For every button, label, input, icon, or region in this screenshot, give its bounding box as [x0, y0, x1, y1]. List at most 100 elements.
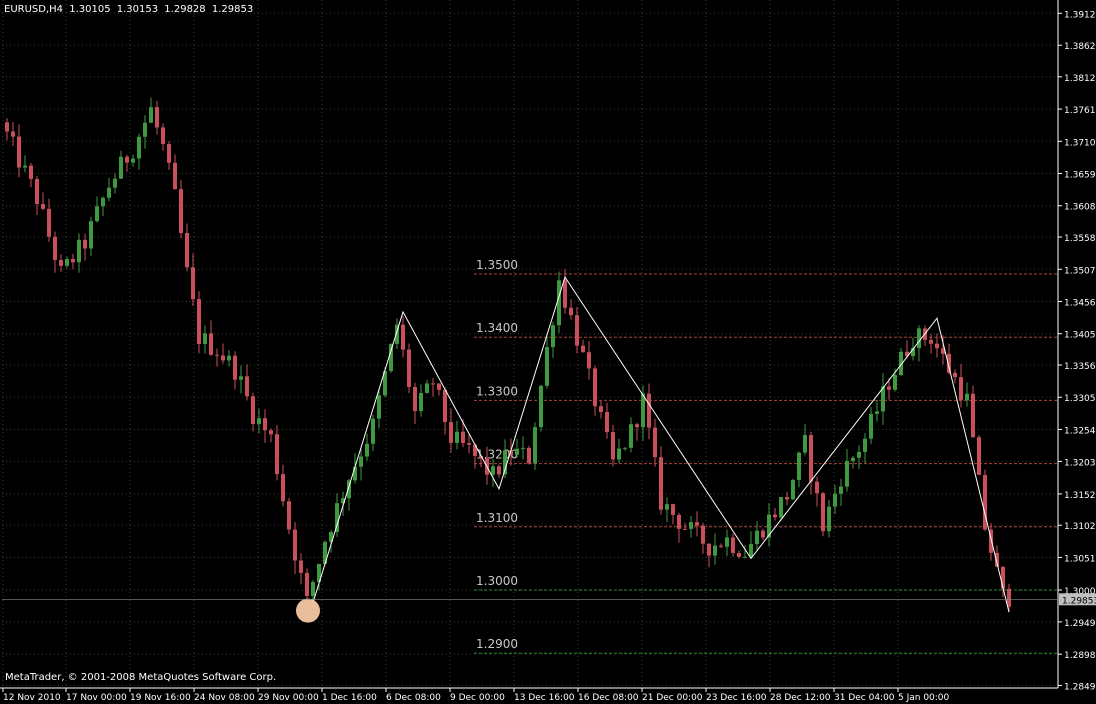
candle-body: [401, 324, 405, 350]
candle-body: [377, 395, 381, 419]
candle-body: [1001, 566, 1005, 589]
candle: [899, 347, 903, 376]
candle-body: [875, 411, 879, 414]
x-tick-label: 9 Dec 00:00: [450, 693, 505, 703]
y-tick-label: 1.33560: [1064, 362, 1096, 372]
candle-body: [695, 522, 699, 526]
candle-body: [1007, 588, 1011, 607]
candle: [821, 491, 825, 537]
candle-body: [23, 165, 27, 168]
candle-body: [29, 165, 33, 180]
candle: [539, 384, 543, 432]
candle-body: [161, 127, 165, 144]
candle-body: [851, 457, 855, 462]
close-value: 1.29853: [211, 4, 254, 15]
x-tick-label: 12 Nov 2010: [3, 693, 61, 703]
y-tick-label: 1.33050: [1064, 394, 1096, 404]
x-tick-label: 19 Nov 16:00: [130, 693, 191, 703]
candle-body: [623, 447, 627, 449]
candle-body: [821, 493, 825, 532]
candle-body: [545, 347, 549, 386]
candle-body: [917, 328, 921, 349]
y-tick-label: 1.34055: [1064, 331, 1096, 341]
candle-body: [719, 545, 723, 547]
y-tick-label: 1.39125: [1064, 10, 1096, 20]
candle-body: [599, 406, 603, 412]
candle-body: [407, 349, 411, 387]
candle-body: [335, 503, 339, 533]
candle-body: [569, 307, 573, 316]
candle-body: [725, 537, 729, 547]
candle-body: [803, 434, 807, 453]
x-tick-label: 24 Nov 08:00: [194, 693, 255, 703]
candle-body: [461, 431, 465, 444]
candle-body: [665, 504, 669, 510]
candle-body: [77, 239, 81, 263]
candle-body: [59, 259, 63, 266]
candle-body: [431, 383, 435, 385]
y-tick-label: 1.30515: [1064, 554, 1096, 564]
candle-body: [527, 447, 531, 464]
level-label: 1.3500: [476, 258, 518, 272]
candle-body: [953, 372, 957, 378]
y-tick-label: 1.36080: [1064, 203, 1096, 213]
candle-body: [743, 556, 747, 558]
candle-body: [257, 418, 261, 424]
price-chart[interactable]: 1.35001.34001.33001.32001.31001.30001.29…: [0, 0, 1096, 704]
candle-body: [791, 479, 795, 500]
copyright-text: MetaTrader, © 2001-2008 MetaQuotes Softw…: [5, 672, 277, 683]
candle-body: [635, 424, 639, 428]
candle-body: [749, 544, 753, 557]
level-label: 1.2900: [476, 637, 518, 651]
candle-body: [815, 481, 819, 494]
candle-body: [443, 389, 447, 423]
candle-body: [779, 497, 783, 518]
candle-body: [251, 396, 255, 424]
candle-body: [119, 156, 123, 179]
candle-body: [71, 259, 75, 263]
candle-body: [179, 189, 183, 233]
candle-body: [887, 386, 891, 390]
candle-body: [647, 393, 651, 428]
candle-body: [449, 422, 453, 443]
candle-body: [131, 158, 135, 163]
y-tick-label: 1.34565: [1064, 298, 1096, 308]
candle-body: [581, 345, 585, 353]
candle-body: [125, 156, 129, 163]
candle-body: [593, 368, 597, 407]
candle-body: [209, 333, 213, 355]
candle-body: [845, 461, 849, 487]
candle-body: [197, 299, 201, 345]
candle-body: [683, 528, 687, 530]
candle: [389, 343, 393, 373]
candle-body: [869, 413, 873, 439]
candle-body: [149, 107, 153, 123]
x-tick-label: 16 Dec 08:00: [578, 693, 639, 703]
candle-body: [491, 466, 495, 475]
candle-body: [707, 543, 711, 556]
candle-body: [143, 122, 147, 137]
candle-body: [101, 197, 105, 207]
x-tick-label: 1 Dec 16:00: [322, 693, 377, 703]
candle-body: [107, 187, 111, 198]
y-tick-label: 1.28490: [1064, 682, 1096, 692]
candle-body: [311, 582, 315, 597]
candle-body: [653, 427, 657, 458]
candle-body: [971, 393, 975, 438]
candle-body: [659, 457, 663, 510]
candle-body: [809, 434, 813, 482]
candle-body: [839, 486, 843, 494]
candle-body: [959, 377, 963, 401]
candle: [287, 497, 291, 535]
candle-body: [857, 451, 861, 458]
candle-body: [833, 493, 837, 507]
candle-body: [365, 443, 369, 457]
candle-body: [773, 514, 777, 518]
candle-body: [539, 385, 543, 428]
candle-body: [5, 122, 9, 132]
candle-body: [203, 333, 207, 345]
x-tick-label: 28 Dec 12:00: [770, 693, 831, 703]
candle-body: [455, 431, 459, 443]
candle-body: [167, 143, 171, 163]
candle-body: [95, 206, 99, 222]
